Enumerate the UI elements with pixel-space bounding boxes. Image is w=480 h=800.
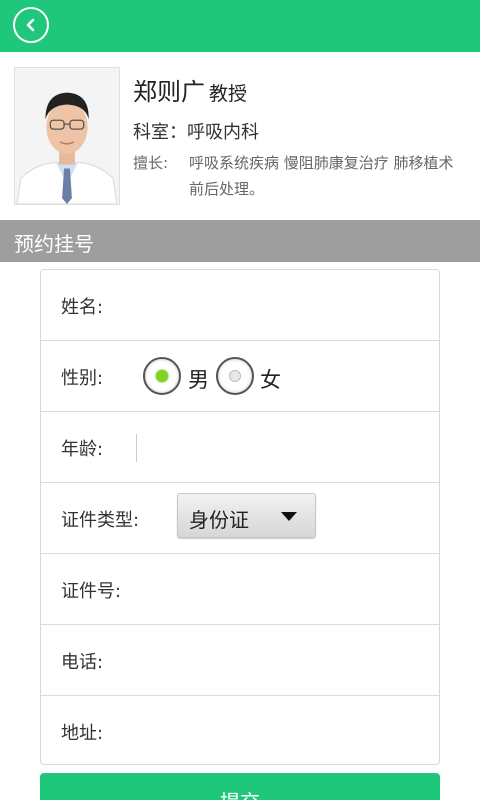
radio-checked-icon: [156, 370, 168, 382]
name-row[interactable]: 姓名:: [41, 270, 439, 341]
gender-male-label[interactable]: 男: [188, 364, 209, 394]
name-label: 姓名:: [61, 297, 104, 318]
section-header: 预约挂号: [0, 220, 480, 262]
section-title: 预约挂号: [14, 232, 94, 256]
doctor-name-line: 郑则广 教授: [133, 72, 247, 107]
gender-label: 性别:: [61, 368, 104, 389]
doctor-department: 科室：呼吸内科: [133, 122, 259, 143]
radio-unchecked-icon: [229, 370, 241, 382]
specialty-text: 呼吸系统疾病 慢阻肺康复治疗 肺移植术前后处理。: [189, 154, 454, 198]
id-type-row: 证件类型: 身份证: [41, 483, 439, 554]
id-type-select[interactable]: 身份证: [177, 493, 316, 538]
address-row[interactable]: 地址:: [41, 696, 439, 767]
age-input-divider: [136, 434, 137, 462]
id-number-row[interactable]: 证件号:: [41, 554, 439, 625]
gender-row: 性别: 男 女: [41, 341, 439, 412]
back-button[interactable]: [13, 7, 49, 43]
doctor-photo: [14, 67, 120, 205]
doctor-name: 郑则广: [133, 78, 205, 106]
gender-female-label[interactable]: 女: [260, 364, 281, 394]
phone-row[interactable]: 电话:: [41, 625, 439, 696]
appointment-form: 姓名: 性别: 男 女 年龄: 证件类型: 身份证 证件号: 电话: 地址:: [40, 269, 440, 765]
id-number-label: 证件号:: [61, 581, 122, 602]
dropdown-arrow-icon: [281, 512, 297, 521]
age-row[interactable]: 年龄:: [41, 412, 439, 483]
specialty-label: 擅长:: [133, 154, 169, 172]
id-type-label: 证件类型:: [61, 510, 140, 531]
gender-male-radio[interactable]: [143, 357, 181, 395]
address-label: 地址:: [61, 723, 104, 744]
doctor-profile: 郑则广 教授 科室：呼吸内科 擅长: 呼吸系统疾病 慢阻肺康复治疗 肺移植术前后处…: [0, 52, 480, 220]
phone-label: 电话:: [61, 652, 104, 673]
age-label: 年龄:: [61, 439, 104, 460]
doctor-title: 教授: [209, 83, 248, 105]
top-bar: [0, 0, 480, 52]
id-type-value: 身份证: [189, 508, 249, 532]
gender-female-radio[interactable]: [216, 357, 254, 395]
submit-label: 提交: [40, 786, 440, 800]
submit-button[interactable]: 提交: [40, 773, 440, 800]
chevron-left-icon: [26, 18, 35, 32]
